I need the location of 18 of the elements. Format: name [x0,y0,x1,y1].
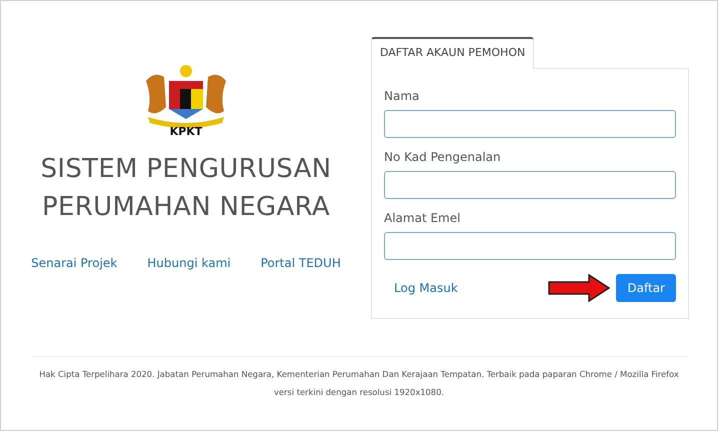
logo-caption: KPKT [170,125,202,138]
input-field[interactable] [384,110,676,138]
arrow-icon [548,274,610,302]
system-title: SISTEM PENGURUSAN [40,153,332,186]
form-tab[interactable]: DAFTAR AKAUN PEMOHON [371,37,534,69]
login-link[interactable]: Log Masuk [394,281,458,295]
system-title: PERUMAHAN NEGARA [41,191,331,224]
footer-text: Hak Cipta Terpelihara 2020. Jabatan Perumahan Negara, Kementerian Perumahan Dan Kerajaan Tempatan. Terbaik pada paparan Chrome / Mozilla Firefox [38,368,680,381]
nav-link[interactable]: Senarai Projek [31,256,118,270]
nav-link[interactable]: Hubungi kami [147,256,231,270]
footer-text: versi terkini dengan resolusi 1920x1080. [273,386,445,399]
field-label: Nama [384,89,420,103]
nav-link[interactable]: Portal TEDUH [260,256,341,270]
field-label: Alamat Emel [384,211,462,225]
input-field[interactable] [384,171,676,199]
input-field[interactable] [384,232,676,260]
register-button[interactable]: Daftar [616,274,676,302]
field-label: No Kad Pengenalan [384,150,502,164]
